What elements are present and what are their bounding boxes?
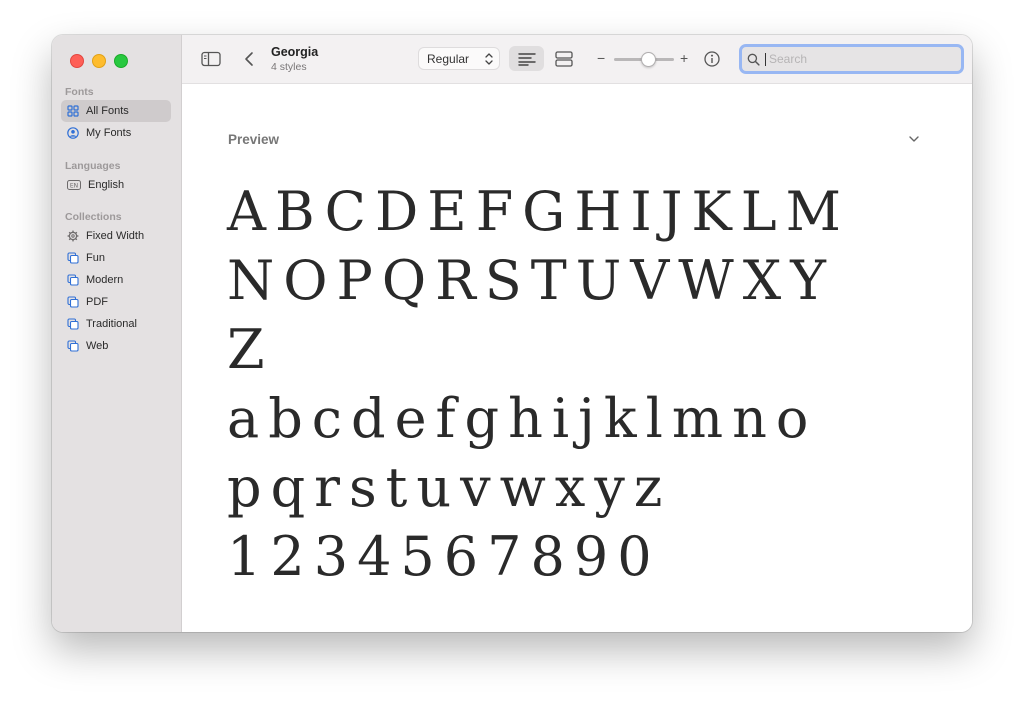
- plus-icon: +: [680, 50, 689, 66]
- font-book-window: Fonts All Fonts My Fonts Languages EN En…: [52, 35, 972, 632]
- info-icon: [704, 51, 720, 67]
- info-button[interactable]: [702, 49, 722, 69]
- sidebar-item-label: Web: [86, 340, 109, 352]
- section-title-languages: Languages: [65, 160, 121, 172]
- sidebar-item-fixed-width[interactable]: Fixed Width: [61, 225, 171, 247]
- sidebar-item-label: Fixed Width: [86, 230, 145, 242]
- chevron-down-icon: [909, 136, 919, 142]
- section-title-collections: Collections: [65, 211, 122, 223]
- sample-line-lowercase-1: abcdefghijklmno: [227, 387, 818, 450]
- preview-pane: Preview ABCDEFGHIJKLM NOPQRSTUVWXY Z abc…: [182, 84, 972, 632]
- close-window-button[interactable]: [70, 54, 84, 68]
- sidebar-item-label: All Fonts: [86, 105, 129, 117]
- sidebar-item-web[interactable]: Web: [61, 335, 171, 357]
- search-icon: [747, 53, 760, 66]
- search-input[interactable]: [767, 51, 951, 67]
- stacked-panels-icon: [555, 50, 573, 67]
- collection-icon: [67, 274, 79, 286]
- text-caret: [765, 52, 766, 66]
- chevron-left-icon: [245, 52, 253, 66]
- collapse-preview-button[interactable]: [908, 132, 922, 146]
- slider-knob[interactable]: [640, 52, 656, 67]
- up-down-chevron-icon: [485, 52, 493, 67]
- toolbar: Georgia 4 styles Regular − +: [182, 35, 972, 84]
- minimize-window-button[interactable]: [92, 54, 106, 68]
- grid-icon: [67, 105, 79, 117]
- traffic-lights: [70, 54, 128, 68]
- sample-line-uppercase-2: NOPQRSTUVWXY: [227, 249, 835, 312]
- sidebar-toggle-icon: [201, 51, 221, 67]
- section-title-fonts: Fonts: [65, 86, 94, 98]
- en-badge-icon: EN: [67, 179, 81, 191]
- collection-icon: [67, 252, 79, 264]
- text-lines-icon: [517, 52, 536, 66]
- sidebar-toggle-button[interactable]: [200, 49, 222, 69]
- font-title-block: Georgia 4 styles: [271, 46, 318, 72]
- collection-icon: [67, 318, 79, 330]
- sidebar-item-label: English: [88, 179, 125, 191]
- preview-view-button[interactable]: [509, 46, 544, 71]
- sidebar-item-label: Fun: [86, 252, 105, 264]
- info-view-button[interactable]: [548, 46, 580, 71]
- svg-text:EN: EN: [70, 183, 78, 190]
- collection-icon: [67, 296, 79, 308]
- search-field[interactable]: [739, 44, 964, 74]
- maximize-window-button[interactable]: [114, 54, 128, 68]
- sidebar-item-modern[interactable]: Modern: [61, 269, 171, 291]
- sidebar-item-label: PDF: [86, 296, 108, 308]
- gear-icon: [67, 230, 79, 242]
- sample-line-digits: 1234567890: [227, 525, 661, 588]
- preview-heading: Preview: [228, 132, 280, 147]
- person-circle-icon: [67, 127, 79, 139]
- sidebar-item-english[interactable]: EN English: [61, 174, 171, 196]
- sidebar-item-all-fonts[interactable]: All Fonts: [61, 100, 171, 122]
- sidebar-item-label: Traditional: [86, 318, 137, 330]
- sample-line-uppercase-1: ABCDEFGHIJKLM: [227, 180, 850, 243]
- sidebar: Fonts All Fonts My Fonts Languages EN En…: [52, 35, 182, 632]
- sidebar-item-pdf[interactable]: PDF: [61, 291, 171, 313]
- sidebar-item-my-fonts[interactable]: My Fonts: [61, 122, 171, 144]
- sidebar-item-fun[interactable]: Fun: [61, 247, 171, 269]
- sample-line-lowercase-2: pqrstuvwxyz: [227, 456, 672, 519]
- font-styles-count: 4 styles: [271, 60, 307, 73]
- sidebar-item-label: Modern: [86, 274, 124, 286]
- minus-icon: −: [597, 50, 606, 66]
- style-select-value: Regular: [427, 51, 470, 66]
- size-slider[interactable]: − +: [597, 49, 693, 69]
- back-button[interactable]: [242, 49, 256, 69]
- style-select[interactable]: Regular: [418, 47, 500, 70]
- font-name: Georgia: [271, 45, 319, 59]
- sidebar-item-traditional[interactable]: Traditional: [61, 313, 171, 335]
- collection-icon: [67, 340, 79, 352]
- sidebar-item-label: My Fonts: [86, 127, 132, 139]
- sample-line-uppercase-3: Z: [227, 318, 274, 381]
